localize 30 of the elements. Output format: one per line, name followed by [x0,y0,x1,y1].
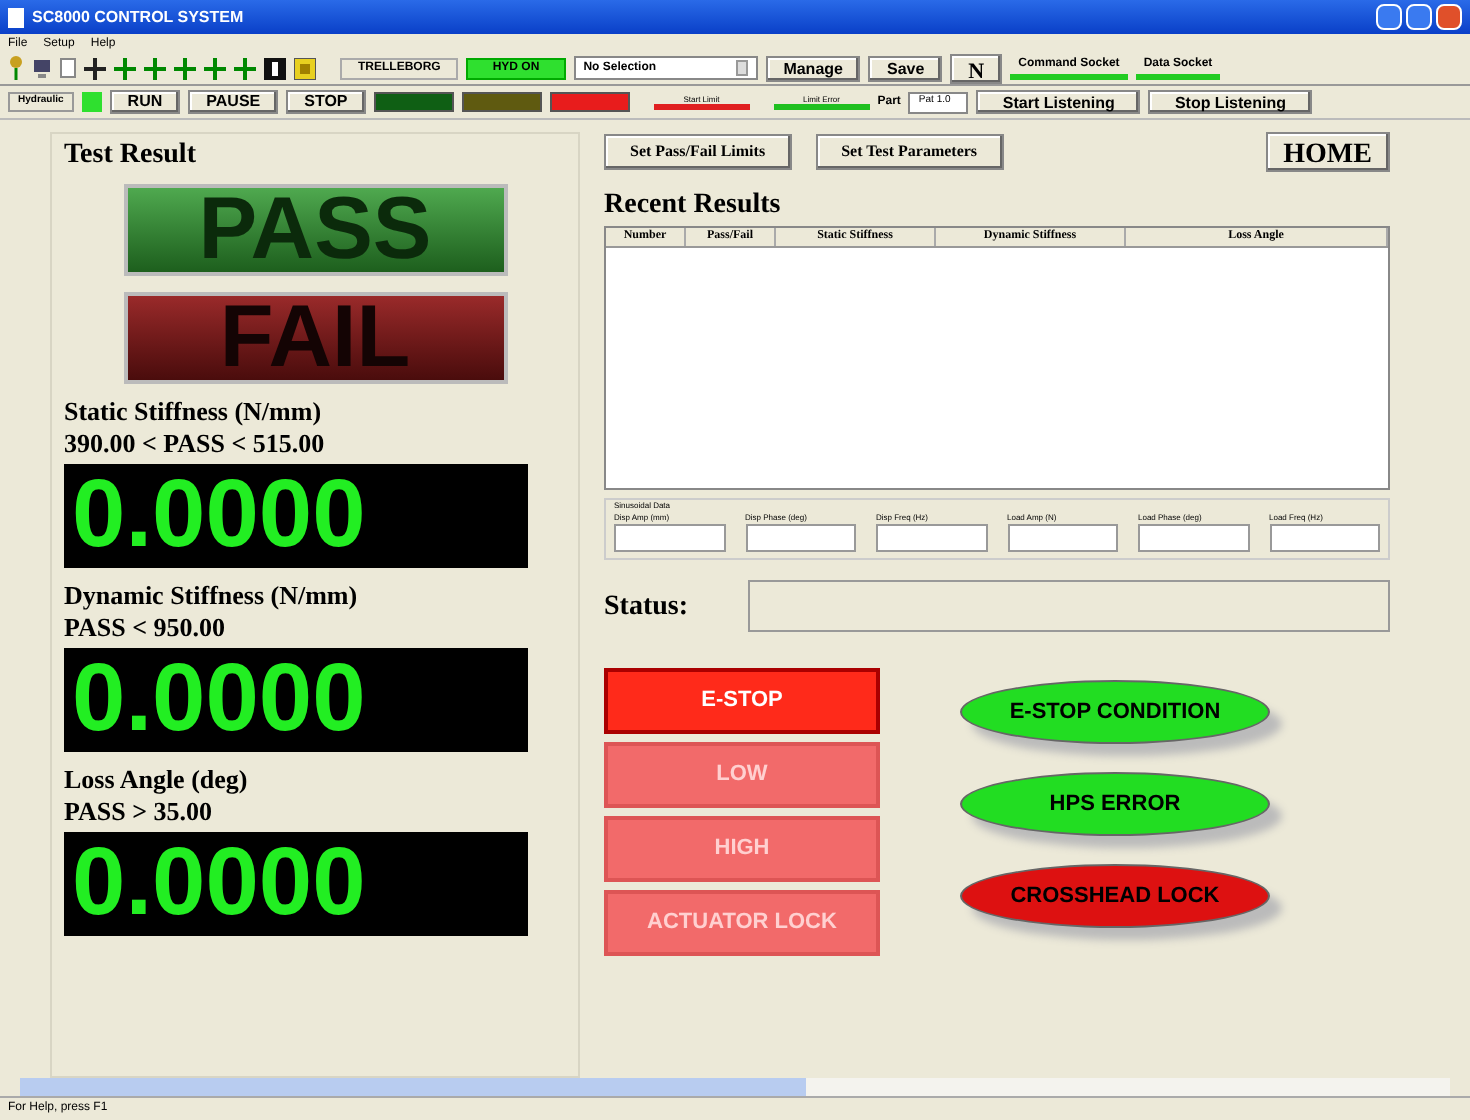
action-button[interactable]: Set Pass/Fail Limits [604,134,792,170]
measurement-display: 0.0000 [64,832,528,936]
window-title: SC8000 CONTROL SYSTEM [32,5,244,29]
section-title: Recent Results [604,188,783,224]
status-label: Status: [604,589,689,625]
pass-indicator: PASS [123,184,507,276]
alarm-button[interactable]: E-STOP [604,668,880,734]
status-indicator: CROSSHEAD LOCK [960,864,1270,928]
measurement-title: Loss Angle (deg) [64,764,250,796]
listen-button[interactable]: Start Listening [976,90,1141,114]
status-indicator: E-STOP CONDITION [960,680,1270,744]
toolbar-button[interactable]: Save [868,55,943,81]
measurement-title: Dynamic Stiffness (N/mm) [64,580,360,612]
measurement-display: 0.0000 [64,648,528,752]
home-button[interactable]: HOME [1265,132,1390,172]
listen-button[interactable]: Stop Listening [1148,90,1312,114]
toolbar-button[interactable]: Manage [765,55,861,81]
measurement-limit: PASS < 950.00 [64,612,227,644]
measurement-limit: PASS > 35.00 [64,796,214,828]
run-button[interactable]: STOP [286,90,366,114]
fail-indicator: FAIL [123,292,507,384]
run-button[interactable]: RUN [109,90,181,114]
n-button[interactable]: N [950,53,1003,83]
panel-title: Test Result [64,138,198,174]
measurement-title: Static Stiffness (N/mm) [64,396,324,428]
run-button[interactable]: PAUSE [188,90,279,114]
measurement-limit: 390.00 < PASS < 515.00 [64,428,327,460]
measurement-display: 0.0000 [64,464,528,568]
status-indicator: HPS ERROR [960,772,1270,836]
action-button[interactable]: Set Test Parameters [815,134,1004,170]
